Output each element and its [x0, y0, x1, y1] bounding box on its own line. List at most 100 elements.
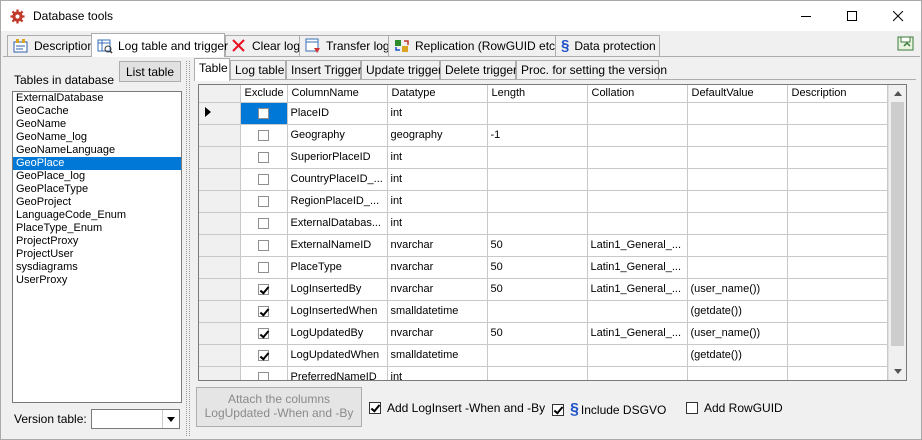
length-cell[interactable] [487, 344, 588, 367]
exclude-checkbox[interactable] [258, 107, 269, 119]
table-row[interactable]: LogInsertedBy nvarchar 50 Latin1_General_..… [199, 278, 888, 301]
columnname-cell[interactable]: ExternalNameID [287, 234, 388, 257]
length-cell[interactable] [487, 300, 588, 323]
chevron-down-icon[interactable] [162, 410, 179, 428]
columnname-cell[interactable]: ExternalDatabas... [287, 212, 388, 235]
length-cell[interactable]: 50 [487, 278, 588, 301]
include-dsgvo-option[interactable]: § Include DSGVO [552, 401, 666, 419]
defaultvalue-cell[interactable]: (getdate()) [687, 344, 788, 367]
defaultvalue-cell[interactable] [687, 146, 788, 169]
columnname-cell[interactable]: LogInsertedBy [287, 278, 388, 301]
length-cell[interactable] [487, 102, 588, 125]
list-item[interactable]: LanguageCode_Enum [13, 209, 181, 222]
collation-cell[interactable]: Latin1_General_... [587, 234, 688, 257]
row-header[interactable] [199, 146, 241, 169]
columnname-cell[interactable]: LogUpdatedWhen [287, 344, 388, 367]
attach-columns-button[interactable]: Attach the columns LogUpdated -When and … [196, 387, 362, 427]
columnname-cell[interactable]: RegionPlaceID_... [287, 190, 388, 213]
exclude-cell[interactable] [240, 124, 288, 147]
tab-replication[interactable]: Replication (RowGUID etc.) [388, 35, 562, 56]
defaultvalue-cell[interactable]: (user_name()) [687, 278, 788, 301]
list-item[interactable]: PlaceType_Enum [13, 222, 181, 235]
tab-update-trigger[interactable]: Update trigger [361, 60, 442, 80]
tab-delete-trigger[interactable]: Delete trigger [440, 60, 517, 80]
description-cell[interactable] [787, 344, 888, 367]
collation-cell[interactable] [587, 300, 688, 323]
maximize-button[interactable] [829, 1, 875, 31]
tables-listbox[interactable]: ExternalDatabase GeoCache GeoName GeoName_l… [12, 91, 182, 403]
collation-cell[interactable]: Latin1_General_... [587, 322, 688, 345]
include-dsgvo-checkbox[interactable] [552, 404, 564, 416]
tab-proc-version[interactable]: Proc. for setting the version [516, 60, 667, 80]
list-item[interactable]: GeoProject [13, 196, 181, 209]
column-header-collation[interactable]: Collation [587, 85, 688, 103]
length-cell[interactable] [487, 146, 588, 169]
add-rowguid-option[interactable]: Add RowGUID [686, 401, 783, 415]
table-row[interactable]: LogUpdatedWhen smalldatetime (getdate()) [199, 344, 888, 367]
column-header-datatype[interactable]: Datatype [387, 85, 488, 103]
exclude-checkbox[interactable] [258, 261, 269, 273]
datatype-cell[interactable]: smalldatetime [387, 300, 488, 323]
list-item[interactable]: GeoNameLanguage [13, 144, 181, 157]
description-cell[interactable] [787, 190, 888, 213]
datatype-cell[interactable]: smalldatetime [387, 344, 488, 367]
exclude-cell[interactable] [240, 234, 288, 257]
column-header-length[interactable]: Length [487, 85, 588, 103]
exclude-checkbox[interactable] [258, 195, 269, 207]
close-button[interactable] [875, 1, 921, 31]
defaultvalue-cell[interactable] [687, 212, 788, 235]
length-cell[interactable]: -1 [487, 124, 588, 147]
description-cell[interactable] [787, 366, 888, 380]
columnname-cell[interactable]: CountryPlaceID_... [287, 168, 388, 191]
row-header[interactable] [199, 124, 241, 147]
defaultvalue-cell[interactable] [687, 124, 788, 147]
defaultvalue-cell[interactable] [687, 256, 788, 279]
description-cell[interactable] [787, 212, 888, 235]
datatype-cell[interactable]: int [387, 190, 488, 213]
description-cell[interactable] [787, 146, 888, 169]
collation-cell[interactable] [587, 212, 688, 235]
list-item[interactable]: GeoCache [13, 105, 181, 118]
table-row[interactable]: PlaceType nvarchar 50 Latin1_General_... [199, 256, 888, 279]
datatype-cell[interactable]: nvarchar [387, 278, 488, 301]
tab-data-protection[interactable]: § Data protection [555, 35, 660, 56]
length-cell[interactable]: 50 [487, 322, 588, 345]
columnname-cell[interactable]: PlaceID [287, 102, 388, 125]
exclude-cell[interactable] [240, 366, 288, 380]
exclude-checkbox[interactable] [258, 217, 269, 229]
column-header-description[interactable]: Description [787, 85, 888, 103]
datatype-cell[interactable]: geography [387, 124, 488, 147]
exclude-cell[interactable] [240, 168, 288, 191]
exclude-checkbox[interactable] [258, 173, 269, 185]
row-header[interactable] [199, 190, 241, 213]
list-item[interactable]: ExternalDatabase [13, 92, 181, 105]
scroll-down-arrow-icon[interactable] [889, 363, 906, 380]
list-table-button[interactable]: List table [119, 61, 181, 82]
minimize-button[interactable] [783, 1, 829, 31]
defaultvalue-cell[interactable]: (getdate()) [687, 300, 788, 323]
tab-insert-trigger[interactable]: Insert Trigger [286, 60, 362, 80]
tab-log-table[interactable]: Log table [230, 60, 286, 80]
columnname-cell[interactable]: SuperiorPlaceID [287, 146, 388, 169]
table-row[interactable]: PlaceID int [199, 102, 888, 125]
row-header[interactable] [199, 366, 241, 380]
exclude-checkbox[interactable] [258, 283, 269, 295]
description-cell[interactable] [787, 102, 888, 125]
row-header[interactable] [199, 256, 241, 279]
list-item[interactable]: GeoName_log [13, 131, 181, 144]
table-row[interactable]: ExternalDatabas... int [199, 212, 888, 235]
datatype-cell[interactable]: nvarchar [387, 256, 488, 279]
columnname-cell[interactable]: LogUpdatedBy [287, 322, 388, 345]
columns-grid[interactable]: Exclude ColumnName Datatype Length Colla… [198, 84, 907, 381]
table-row[interactable]: ExternalNameID nvarchar 50 Latin1_General_.… [199, 234, 888, 257]
exclude-cell[interactable] [240, 212, 288, 235]
description-cell[interactable] [787, 322, 888, 345]
defaultvalue-cell[interactable] [687, 234, 788, 257]
add-rowguid-checkbox[interactable] [686, 402, 698, 414]
defaultvalue-cell[interactable] [687, 168, 788, 191]
defaultvalue-cell[interactable] [687, 102, 788, 125]
datatype-cell[interactable]: nvarchar [387, 234, 488, 257]
exclude-checkbox[interactable] [258, 129, 269, 141]
table-row[interactable]: PreferredNameID int [199, 366, 888, 380]
scroll-thumb[interactable] [891, 102, 904, 346]
